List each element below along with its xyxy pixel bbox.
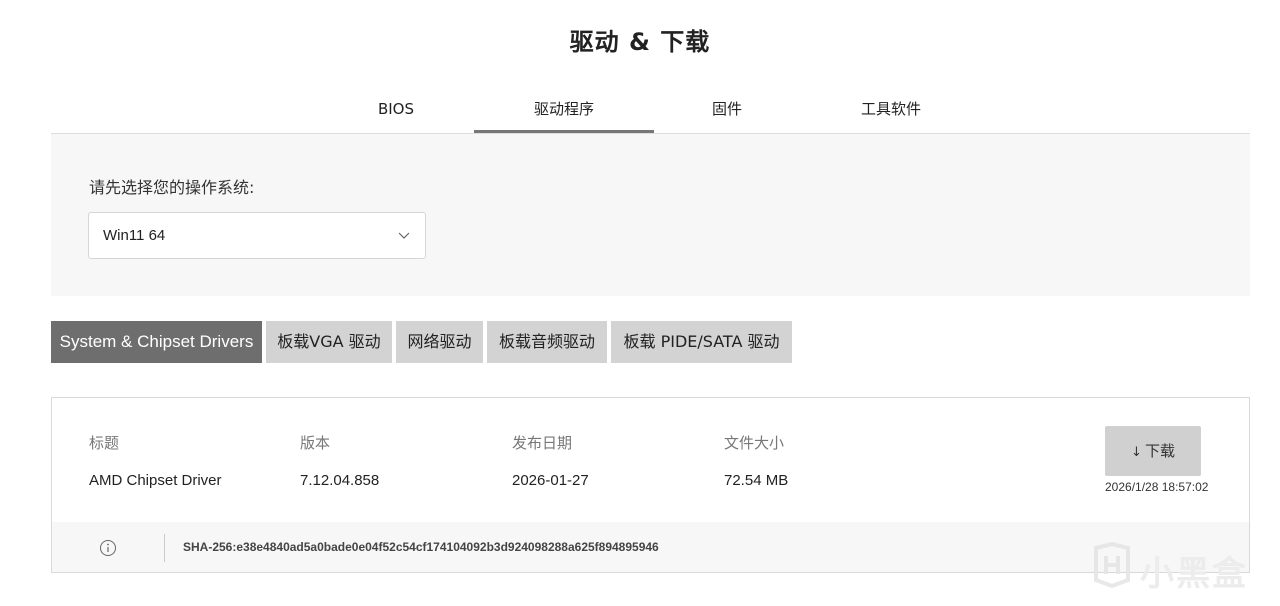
download-timestamp: 2026/1/28 18:57:02 (1105, 480, 1209, 494)
hash-bar: SHA-256:e38e4840ad5a0bade0e04f52c54cf174… (52, 522, 1249, 572)
os-select-label: 请先选择您的操作系统: (89, 178, 255, 197)
os-select-dropdown[interactable]: Win11 64 (88, 212, 426, 259)
column-header-release-date: 发布日期 (512, 434, 573, 452)
page: 驱动 & 下载 BIOS 驱动程序 固件 工具软件 请先选择您的操作系统: Wi… (0, 0, 1280, 606)
tab-bios[interactable]: BIOS (351, 90, 441, 133)
driver-card: 标题 版本 发布日期 文件大小 AMD Chipset Driver 7.12.… (51, 397, 1250, 573)
download-icon: ↓ (1131, 445, 1142, 460)
chevron-down-icon (398, 232, 410, 239)
download-button[interactable]: ↓ 下载 (1105, 426, 1201, 476)
download-label: 下载 (1144, 442, 1175, 460)
page-title: 驱动 & 下载 (569, 28, 711, 56)
driver-file-size: 72.54 MB (724, 472, 789, 489)
driver-title: AMD Chipset Driver (89, 472, 222, 489)
tab-drivers[interactable]: 驱动程序 (474, 90, 654, 133)
section-tabs: BIOS 驱动程序 固件 工具软件 (51, 90, 1250, 134)
category-onboard-audio[interactable]: 板载音频驱动 (487, 321, 607, 363)
info-icon[interactable] (99, 539, 117, 557)
category-system-chipset[interactable]: System & Chipset Drivers (51, 321, 262, 363)
category-onboard-vga[interactable]: 板载VGA 驱动 (266, 321, 392, 363)
os-select-value: Win11 64 (103, 227, 166, 244)
os-select-panel: 请先选择您的操作系统: Win11 64 (51, 134, 1250, 296)
column-header-version: 版本 (300, 434, 331, 452)
watermark-text: 小黑盒 (1140, 554, 1248, 594)
tab-firmware[interactable]: 固件 (682, 90, 772, 133)
driver-release-date: 2026-01-27 (512, 472, 589, 489)
column-header-title: 标题 (89, 434, 120, 452)
category-pide-sata[interactable]: 板载 PIDE/SATA 驱动 (611, 321, 792, 363)
column-header-file-size: 文件大小 (724, 434, 785, 452)
driver-version: 7.12.04.858 (300, 472, 380, 489)
hash-divider (164, 534, 165, 562)
tab-utilities[interactable]: 工具软件 (841, 90, 941, 133)
category-network[interactable]: 网络驱动 (396, 321, 483, 363)
hash-value: SHA-256:e38e4840ad5a0bade0e04f52c54cf174… (183, 540, 659, 554)
